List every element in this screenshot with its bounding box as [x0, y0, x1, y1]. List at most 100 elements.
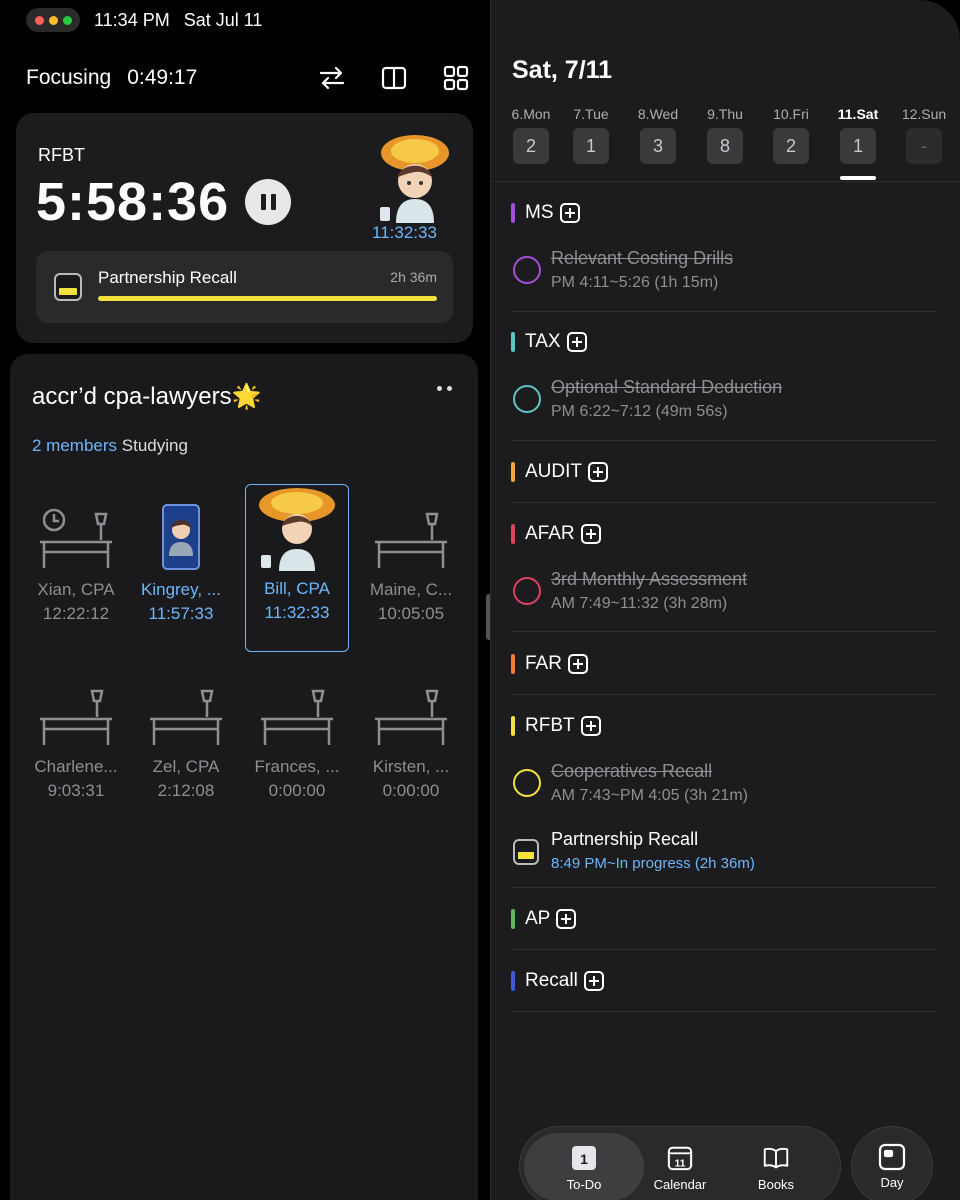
task-title: 3rd Monthly Assessment: [551, 569, 748, 589]
member-time: 10:05:05: [377, 604, 445, 623]
timer-card: RFBT 5:58:36 11:32:33 Partnership Recall…: [16, 113, 473, 343]
swap-icon[interactable]: [318, 64, 346, 92]
day-count: 1: [573, 128, 609, 164]
add-task-icon[interactable]: [556, 909, 577, 929]
task-title: Relevant Costing Drills: [551, 248, 734, 268]
member-card[interactable]: Zel, CPA 2:12:08: [134, 669, 238, 801]
member-card[interactable]: Kirsten, ... 0:00:00: [359, 669, 463, 801]
pause-button[interactable]: [245, 179, 291, 225]
book-icon: [54, 273, 82, 301]
member-card[interactable]: Xian, CPA 12:22:12: [24, 492, 128, 624]
task-item[interactable]: Optional Standard Deduction PM 6:22~7:12…: [511, 377, 936, 427]
section-audit: AUDIT: [511, 458, 936, 486]
avatar-time: 11:32:33: [372, 223, 437, 242]
book-open-icon: [763, 1145, 789, 1171]
close-dot[interactable]: [34, 15, 44, 25]
member-name: Xian, CPA: [37, 580, 115, 599]
member-name: Charlene...: [34, 757, 118, 776]
member-name: Maine, C...: [369, 580, 453, 599]
task-item[interactable]: Relevant Costing Drills PM 4:11~5:26 (1h…: [511, 248, 936, 298]
day-label: 7.Tue: [573, 106, 609, 122]
svg-text:1: 1: [580, 1151, 588, 1167]
day-wed[interactable]: 8.Wed 3: [626, 106, 690, 164]
explosion-avatar-icon: [246, 485, 348, 571]
section-name: AP: [525, 908, 551, 929]
section-name: Recall: [525, 970, 578, 991]
section-color-bar: [511, 203, 515, 223]
more-options-icon[interactable]: [437, 386, 452, 391]
day-label: 10.Fri: [773, 106, 809, 122]
member-name: Kirsten, ...: [372, 757, 450, 776]
section-color-bar: [511, 524, 515, 544]
task-time: AM 7:43~PM 4:05 (3h 21m): [551, 787, 748, 804]
add-task-icon[interactable]: [580, 524, 601, 544]
window-controls[interactable]: [26, 8, 80, 32]
task-checkbox[interactable]: [513, 769, 541, 797]
day-fri[interactable]: 10.Fri 2: [759, 106, 823, 164]
member-card[interactable]: Charlene... 9:03:31: [24, 669, 128, 801]
day-tue[interactable]: 7.Tue 1: [559, 106, 623, 164]
section-ms: MS: [511, 199, 936, 227]
status-date: Sat Jul 11: [183, 9, 263, 30]
divider: [491, 181, 960, 182]
task-time: PM 4:11~5:26 (1h 15m): [551, 274, 719, 291]
svg-text:11: 11: [675, 1158, 686, 1169]
task-checkbox[interactable]: [513, 256, 541, 284]
desk-icon: [245, 669, 349, 747]
section-tax: TAX: [511, 328, 936, 356]
member-time: 2:12:08: [157, 781, 215, 800]
day-label: 6.Mon: [511, 106, 551, 122]
member-name: Zel, CPA: [152, 757, 220, 776]
task-item[interactable]: 3rd Monthly Assessment AM 7:49~11:32 (3h…: [511, 569, 936, 619]
maximize-dot[interactable]: [62, 15, 72, 25]
task-progress: [98, 296, 437, 301]
focus-label: Focusing: [26, 66, 112, 89]
minimize-dot[interactable]: [48, 15, 58, 25]
section-afar: AFAR: [511, 520, 936, 548]
add-task-icon[interactable]: [588, 462, 608, 482]
current-task[interactable]: Partnership Recall 2h 36m: [36, 251, 453, 323]
task-item[interactable]: Cooperatives Recall AM 7:43~PM 4:05 (3h …: [511, 761, 936, 811]
member-card[interactable]: Maine, C... 10:05:05: [359, 492, 463, 624]
add-task-icon[interactable]: [567, 654, 588, 674]
todo-icon: 1: [571, 1145, 597, 1171]
task-time: PM 6:22~7:12 (49m 56s): [551, 403, 728, 420]
members-status: 2 members Studying: [32, 436, 188, 456]
member-time: 0:00:00: [382, 781, 440, 800]
section-name: AFAR: [525, 523, 575, 544]
task-checkbox[interactable]: [513, 385, 541, 413]
grid-icon[interactable]: [442, 64, 470, 92]
focus-pane: 11:34 PM Sat Jul 11 Focusing 0:49:17 RFB…: [0, 0, 490, 1200]
day-count: 1: [840, 128, 876, 164]
add-task-icon[interactable]: [583, 971, 604, 991]
member-card[interactable]: Frances, ... 0:00:00: [245, 669, 349, 801]
add-task-icon[interactable]: [559, 203, 580, 223]
split-view-icon[interactable]: [380, 64, 408, 92]
day-view-button[interactable]: Day: [851, 1126, 933, 1200]
tab-books[interactable]: Books: [716, 1133, 836, 1200]
day-sat-selected[interactable]: 11.Sat 1: [826, 106, 890, 164]
task-title: Cooperatives Recall: [551, 761, 713, 781]
divider: [511, 440, 936, 441]
add-task-icon[interactable]: [566, 332, 587, 352]
member-card-selected[interactable]: Bill, CPA 11:32:33: [245, 484, 349, 652]
day-mon[interactable]: 6.Mon 2: [499, 106, 563, 164]
current-task-name: Partnership Recall: [98, 268, 237, 287]
section-ap: AP: [511, 905, 936, 933]
day-label: 11.Sat: [837, 106, 879, 122]
members-count-link[interactable]: 2 members: [32, 436, 117, 455]
member-card[interactable]: Kingrey, ... 11:57:33: [129, 492, 233, 624]
date-title: Sat, 7/11: [512, 56, 613, 84]
add-task-icon[interactable]: [580, 716, 601, 736]
day-thu[interactable]: 9.Thu 8: [693, 106, 757, 164]
divider: [511, 311, 936, 312]
day-sun[interactable]: 12.Sun -: [892, 106, 956, 164]
member-name: Frances, ...: [254, 757, 340, 776]
task-item-in-progress[interactable]: Partnership Recall 8:49 PM~In progress (…: [511, 829, 936, 879]
section-far: FAR: [511, 650, 936, 678]
task-checkbox[interactable]: [513, 577, 541, 605]
desk-with-clock-icon: [24, 492, 128, 570]
desk-icon: [134, 669, 238, 747]
explosion-avatar-icon: [374, 131, 456, 227]
day-count: 8: [707, 128, 743, 164]
